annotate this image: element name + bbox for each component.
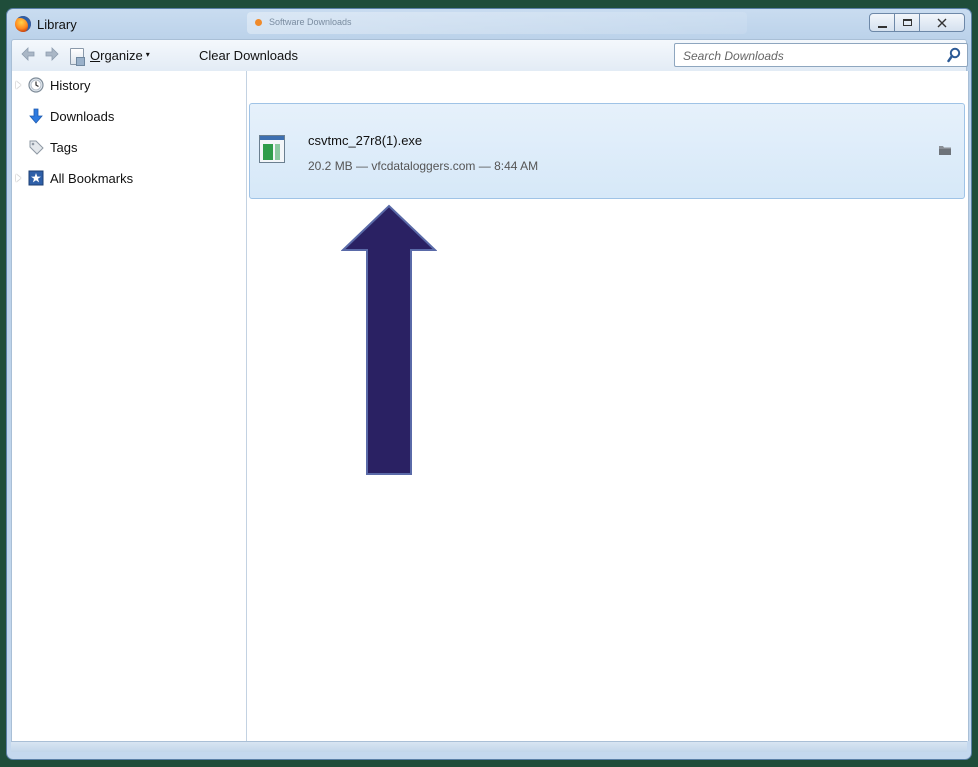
minimize-icon [877, 25, 887, 28]
annotation-up-arrow [341, 204, 437, 475]
search-box [674, 43, 968, 67]
tag-icon [29, 140, 44, 155]
title-bar[interactable]: Library Software Downloads [7, 9, 971, 39]
window-title: Library [37, 17, 77, 32]
sidebar-item-label: History [50, 78, 91, 93]
maximize-button[interactable] [894, 13, 920, 32]
download-file-name: csvtmc_27r8(1).exe [308, 133, 423, 148]
forward-arrow-icon [45, 47, 59, 61]
sidebar-item-label: Downloads [50, 109, 115, 124]
exe-file-icon [259, 135, 285, 163]
download-file-meta: 20.2 MB — vfcdataloggers.com — 8:44 AM [308, 159, 539, 173]
organize-icon [70, 48, 85, 66]
library-window: Library Software Downloads Organize ▾ Cle… [6, 8, 972, 760]
toolbar: Organize ▾ Clear Downloads [11, 39, 968, 73]
bookmark-star-icon [28, 170, 44, 186]
sidebar-item-label: Tags [50, 140, 78, 155]
sidebar-item-downloads[interactable]: Downloads [12, 106, 246, 128]
search-downloads-input[interactable] [681, 46, 935, 66]
sidebar-item-all-bookmarks[interactable]: All Bookmarks [12, 168, 246, 190]
open-folder-icon[interactable] [938, 144, 952, 156]
window-bottom-edge [11, 741, 967, 752]
search-icon[interactable] [947, 47, 961, 63]
close-button[interactable] [919, 13, 965, 32]
background-tab-title: Software Downloads [269, 17, 352, 27]
organize-label: rganize [100, 48, 143, 63]
background-browser-tabs: Software Downloads [247, 12, 747, 34]
download-item[interactable]: csvtmc_27r8(1).exe 20.2 MB — vfcdatalogg… [249, 103, 965, 199]
dropdown-caret-icon: ▾ [145, 50, 150, 59]
sidebar-item-label: All Bookmarks [50, 171, 134, 186]
expand-twisty-icon[interactable] [16, 81, 21, 89]
maximize-icon [902, 19, 912, 26]
forward-button[interactable] [44, 47, 60, 66]
expand-twisty-icon[interactable] [16, 174, 21, 182]
firefox-logo-icon [15, 16, 31, 32]
organize-access-key: O [90, 48, 101, 63]
background-tab-favicon-icon [255, 19, 262, 26]
clear-downloads-button[interactable]: Clear Downloads [199, 48, 298, 63]
close-icon [937, 18, 947, 27]
back-arrow-icon [21, 47, 35, 61]
download-arrow-icon [29, 108, 43, 124]
sidebar-item-history[interactable]: History [12, 75, 246, 97]
clock-icon [28, 77, 44, 93]
minimize-button[interactable] [869, 13, 895, 32]
window-controls [869, 13, 965, 33]
sidebar-item-tags[interactable]: Tags [12, 137, 246, 159]
organize-menu-button[interactable]: Organize ▾ [90, 48, 150, 63]
back-button[interactable] [20, 47, 36, 66]
library-sidebar: History Downloads Tags All Bookmarks [11, 71, 247, 741]
